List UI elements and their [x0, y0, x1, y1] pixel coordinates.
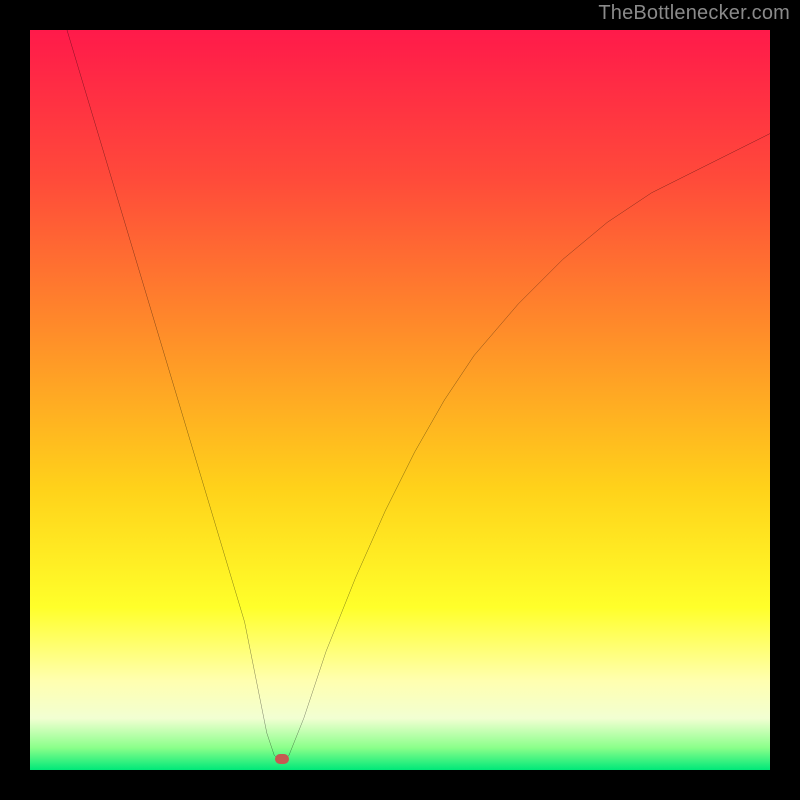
curve-path: [67, 30, 770, 763]
curve-minimum-marker: [275, 754, 289, 764]
chart-frame: TheBottlenecker.com: [0, 0, 800, 800]
bottleneck-curve: [30, 30, 770, 770]
watermark-text: TheBottlenecker.com: [598, 2, 790, 25]
plot-area: [30, 30, 770, 770]
